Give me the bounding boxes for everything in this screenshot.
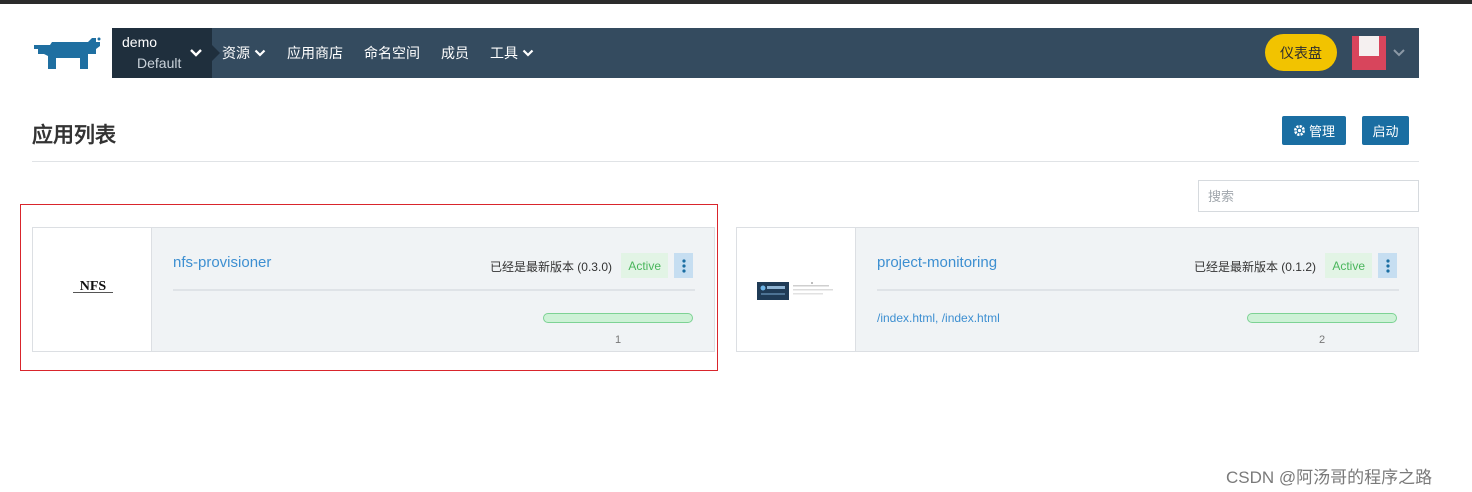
- kebab-menu-icon: [1385, 258, 1390, 273]
- app-actions-button[interactable]: [674, 253, 693, 278]
- app-thumbnail: NFS: [33, 228, 152, 351]
- status-badge: Active: [621, 253, 668, 278]
- nav-item-label: 应用商店: [287, 45, 343, 61]
- endpoint-links: /index.html, /index.html: [877, 311, 1000, 325]
- chevron-down-icon: [1393, 49, 1405, 57]
- app-thumbnail: [737, 228, 856, 351]
- main-nav: 资源 应用商店 命名空间 成员 工具: [222, 28, 555, 78]
- switcher-arrow-tip: [212, 45, 220, 61]
- nav-item-tools[interactable]: 工具: [490, 43, 534, 63]
- app-version-text: 已经是最新版本 (0.3.0): [489, 260, 612, 274]
- watermark: CSDN @阿汤哥的程序之路: [1226, 468, 1433, 487]
- endpoint-link[interactable]: /index.html: [942, 311, 1000, 325]
- status-badge: Active: [1325, 253, 1372, 278]
- kebab-menu-icon: [681, 258, 686, 273]
- nav-item-label: 资源: [222, 45, 250, 61]
- search-input[interactable]: [1198, 180, 1419, 212]
- nav-item-label: 成员: [441, 45, 469, 61]
- manage-button[interactable]: 管理: [1282, 116, 1346, 145]
- nav-item-label: 命名空间: [364, 45, 420, 61]
- svg-text:NFS: NFS: [80, 279, 107, 294]
- workload-progress-bar: [543, 313, 693, 323]
- title-divider: [32, 161, 1419, 162]
- nav-item-namespaces[interactable]: 命名空间: [364, 43, 420, 63]
- endpoint-link[interactable]: /index.html: [877, 311, 935, 325]
- card-divider: [173, 289, 695, 291]
- card-divider: [877, 289, 1399, 291]
- environment-switcher[interactable]: demo Default: [112, 28, 220, 78]
- launch-button[interactable]: 启动: [1362, 116, 1409, 145]
- chevron-down-icon: [254, 49, 266, 57]
- workload-count: 1: [615, 334, 622, 346]
- nfs-logo-icon: NFS: [73, 279, 113, 294]
- app-version-text: 已经是最新版本 (0.1.2): [1193, 260, 1316, 274]
- nav-item-members[interactable]: 成员: [441, 43, 469, 63]
- top-navbar: demo Default 资源 应用商店 命名空间 成员 工具 仪表盘: [112, 28, 1419, 78]
- app-actions-button[interactable]: [1378, 253, 1397, 278]
- dashboard-button[interactable]: 仪表盘: [1265, 34, 1337, 71]
- chevron-down-icon: [190, 49, 202, 57]
- app-card-project-monitoring: project-monitoring 已经是最新版本 (0.1.2) Activ…: [736, 227, 1419, 352]
- window-top-border: [0, 0, 1472, 4]
- env-project-name: demo: [122, 34, 158, 50]
- nav-item-label: 工具: [490, 45, 518, 61]
- app-name-link[interactable]: project-monitoring: [877, 254, 997, 271]
- nav-item-resources[interactable]: 资源: [222, 43, 266, 63]
- workload-count: 2: [1319, 334, 1326, 346]
- gear-icon: [1293, 125, 1305, 136]
- page-title: 应用列表: [32, 124, 116, 147]
- workload-progress-bar: [1247, 313, 1397, 323]
- user-avatar-icon: [1352, 36, 1386, 70]
- project-monitoring-logo-icon: [757, 282, 833, 300]
- app-card-nfs-provisioner: NFS nfs-provisioner 已经是最新版本 (0.3.0) Acti…: [32, 227, 715, 352]
- app-name-link[interactable]: nfs-provisioner: [173, 254, 271, 271]
- nav-item-app-store[interactable]: 应用商店: [287, 43, 343, 63]
- chevron-down-icon: [522, 49, 534, 57]
- rancher-logo-icon[interactable]: [30, 36, 102, 72]
- env-cluster-name: Default: [137, 55, 182, 71]
- manage-button-label: 管理: [1308, 124, 1335, 139]
- user-menu[interactable]: [1352, 36, 1412, 70]
